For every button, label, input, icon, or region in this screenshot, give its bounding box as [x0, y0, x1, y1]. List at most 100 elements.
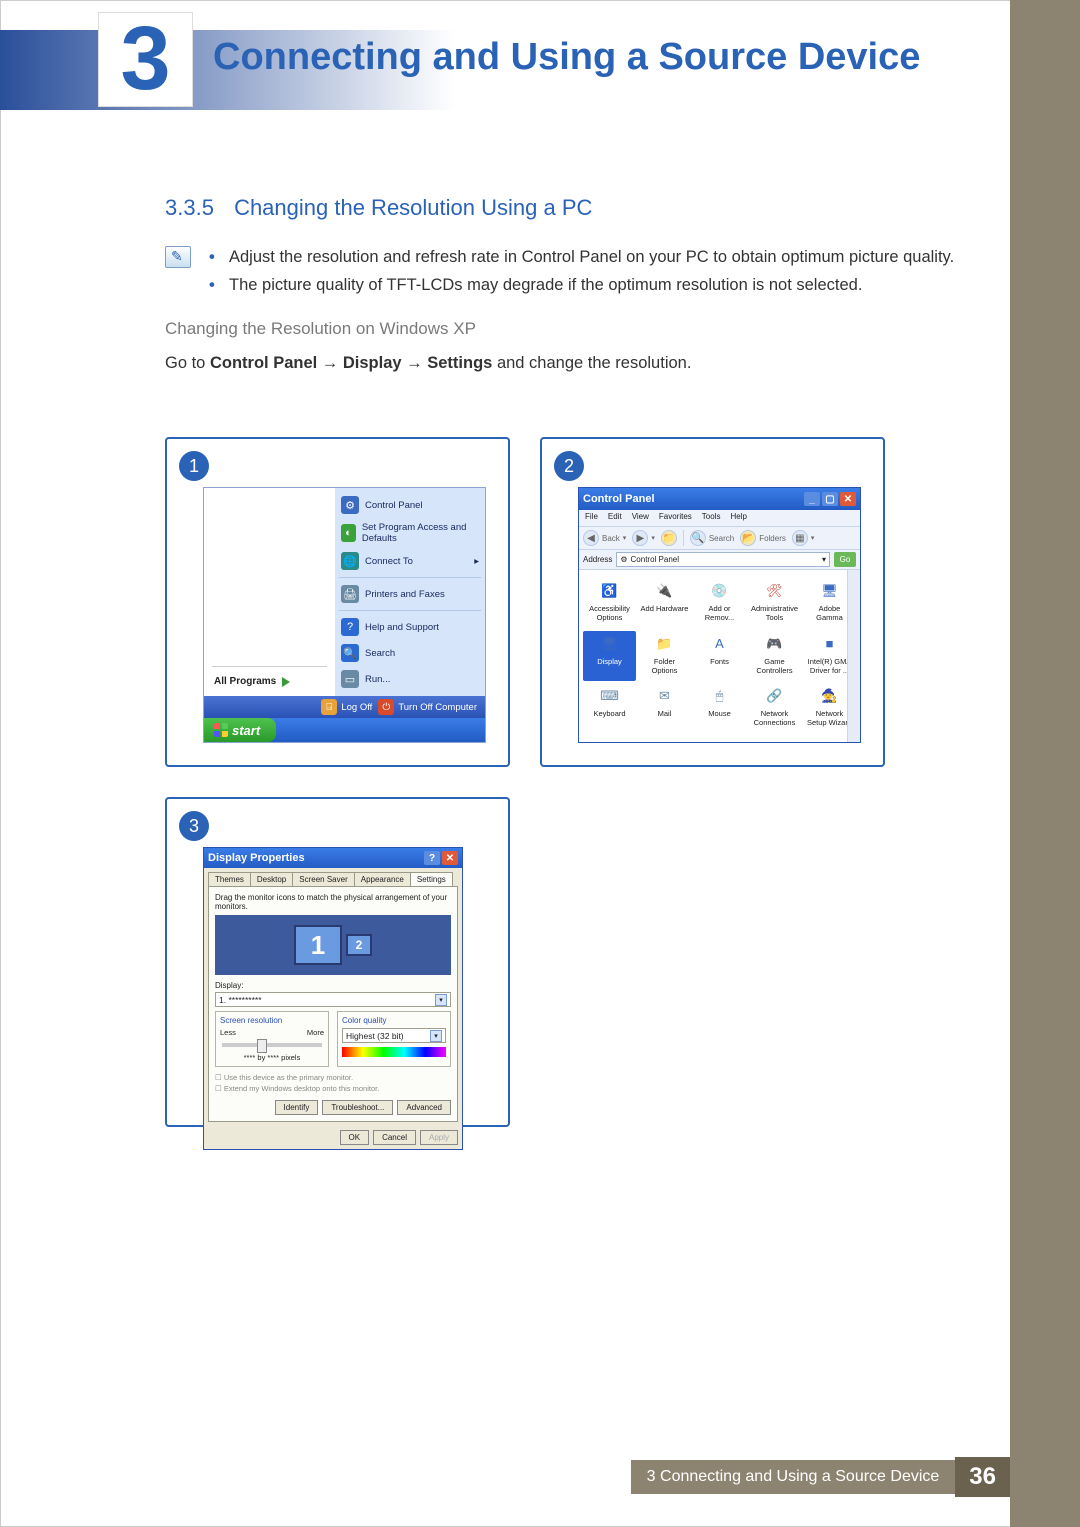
panel-hint: Drag the monitor icons to match the phys… — [215, 893, 451, 911]
close-button[interactable]: ✕ — [442, 851, 458, 865]
subsection-heading: Changing the Resolution on Windows XP — [165, 319, 985, 339]
cp-item-icon: ⌨ — [599, 685, 621, 707]
back-button[interactable]: ◀Back▾ — [583, 530, 626, 546]
cp-item-add-or-remov-[interactable]: 💿Add or Remov... — [693, 578, 746, 629]
start-button[interactable]: start — [204, 718, 276, 742]
control-panel-items: ♿Accessibility Options🔌Add Hardware💿Add … — [579, 570, 860, 742]
all-programs[interactable]: All Programs — [212, 671, 327, 692]
footer-chapter-label: 3 Connecting and Using a Source Device — [631, 1460, 956, 1494]
help-button[interactable]: ? — [424, 851, 440, 865]
start-menu-item[interactable]: ◐Set Program Access and Defaults — [339, 518, 481, 548]
menu-item-icon: 🖨 — [341, 585, 359, 603]
logoff-button[interactable]: ⍈ Log Off — [321, 699, 372, 715]
maximize-button[interactable]: ▢ — [822, 492, 838, 506]
cp-item-accessibility-options[interactable]: ♿Accessibility Options — [583, 578, 636, 629]
monitor-arrangement[interactable]: 1 2 — [215, 915, 451, 975]
display-label: Display: — [215, 981, 451, 990]
menu-item-icon: 🌐 — [341, 552, 359, 570]
search-button[interactable]: 🔍Search — [690, 530, 734, 546]
menu-help[interactable]: Help — [730, 512, 746, 524]
tab-settings[interactable]: Settings — [410, 872, 453, 886]
note-item: Adjust the resolution and refresh rate i… — [209, 243, 985, 271]
extend-desktop-checkbox[interactable]: ☐ Extend my Windows desktop onto this mo… — [215, 1083, 451, 1094]
views-button[interactable]: ▦▾ — [792, 530, 815, 546]
apply-button[interactable]: Apply — [420, 1130, 458, 1145]
chevron-right-icon — [282, 677, 290, 687]
menu-tools[interactable]: Tools — [702, 512, 721, 524]
primary-monitor-checkbox[interactable]: ☐ Use this device as the primary monitor… — [215, 1072, 451, 1083]
cp-item-adobe-gamma[interactable]: 🖥Adobe Gamma — [803, 578, 856, 629]
cp-item-keyboard[interactable]: ⌨Keyboard — [583, 683, 636, 734]
advanced-button[interactable]: Advanced — [397, 1100, 451, 1115]
cp-item-display[interactable]: 🖥Display — [583, 631, 636, 682]
start-menu-item[interactable]: 🖨Printers and Faxes — [339, 581, 481, 607]
cp-item-icon: ■ — [819, 633, 841, 655]
start-menu: All Programs ⚙Control Panel◐Set Program … — [203, 487, 486, 743]
resolution-slider[interactable] — [222, 1043, 322, 1047]
menu-file[interactable]: File — [585, 512, 598, 524]
tab-themes[interactable]: Themes — [208, 872, 251, 886]
identify-button[interactable]: Identify — [275, 1100, 319, 1115]
cp-item-intel-r-gma-driver-for-[interactable]: ■Intel(R) GMA Driver for ... — [803, 631, 856, 682]
start-menu-item[interactable]: ⚙Control Panel — [339, 492, 481, 518]
window-titlebar: Display Properties ? ✕ — [204, 848, 462, 868]
screenshot-2: 2 Control Panel _ ▢ ✕ FileEditViewFavori… — [540, 437, 885, 767]
troubleshoot-button[interactable]: Troubleshoot... — [322, 1100, 393, 1115]
start-menu-item[interactable]: 🌐Connect To▸ — [339, 548, 481, 574]
side-strip — [1010, 0, 1080, 1527]
dropdown-icon[interactable]: ▾ — [430, 1030, 442, 1042]
forward-button[interactable]: ▶▾ — [632, 530, 655, 546]
cp-item-mouse[interactable]: 🖱Mouse — [693, 683, 746, 734]
tab-desktop[interactable]: Desktop — [250, 872, 293, 886]
cp-item-network-setup-wizard[interactable]: 🧙Network Setup Wizard — [803, 683, 856, 734]
folders-icon: 📂 — [740, 530, 756, 546]
screenshot-number: 1 — [179, 451, 209, 481]
monitor-1[interactable]: 1 — [294, 925, 342, 965]
cp-item-folder-options[interactable]: 📁Folder Options — [638, 631, 691, 682]
ok-button[interactable]: OK — [340, 1130, 370, 1145]
cp-item-icon: A — [709, 633, 731, 655]
note-block: Adjust the resolution and refresh rate i… — [165, 243, 985, 299]
color-quality-group: Color quality Highest (32 bit) ▾ — [337, 1011, 451, 1067]
menu-item-icon: ? — [341, 618, 359, 636]
chapter-title: Connecting and Using a Source Device — [213, 36, 920, 79]
cp-item-add-hardware[interactable]: 🔌Add Hardware — [638, 578, 691, 629]
dropdown-icon[interactable]: ▾ — [822, 555, 826, 564]
screenshot-1: 1 All Programs ⚙Control Panel◐Set Progra… — [165, 437, 510, 767]
minimize-button[interactable]: _ — [804, 492, 820, 506]
close-button[interactable]: ✕ — [840, 492, 856, 506]
window-title: Display Properties — [208, 852, 305, 864]
address-label: Address — [583, 555, 612, 564]
color-quality-select[interactable]: Highest (32 bit) ▾ — [342, 1028, 446, 1043]
menu-view[interactable]: View — [632, 512, 649, 524]
cancel-button[interactable]: Cancel — [373, 1130, 416, 1145]
address-input[interactable]: ⚙ Control Panel ▾ — [616, 552, 830, 567]
folders-button[interactable]: 📂Folders — [740, 530, 786, 546]
dropdown-icon[interactable]: ▾ — [435, 994, 447, 1006]
start-menu-item[interactable]: ?Help and Support — [339, 614, 481, 640]
display-properties-window: Display Properties ? ✕ ThemesDesktopScre… — [203, 847, 463, 1150]
section-number: 3.3.5 — [165, 195, 214, 220]
cp-item-mail[interactable]: ✉Mail — [638, 683, 691, 734]
cp-item-game-controllers[interactable]: 🎮Game Controllers — [748, 631, 801, 682]
cp-item-network-connections[interactable]: 🔗Network Connections — [748, 683, 801, 734]
up-button[interactable]: 📁 — [661, 530, 677, 546]
cp-item-fonts[interactable]: AFonts — [693, 631, 746, 682]
section-heading: 3.3.5 Changing the Resolution Using a PC — [165, 195, 985, 221]
monitor-2[interactable]: 2 — [346, 934, 372, 956]
menu-item-icon: ◐ — [341, 524, 356, 542]
shutdown-icon: ⏻ — [378, 699, 394, 715]
tab-appearance[interactable]: Appearance — [354, 872, 411, 886]
cp-item-administrative-tools[interactable]: 🛠Administrative Tools — [748, 578, 801, 629]
menu-edit[interactable]: Edit — [608, 512, 622, 524]
chapter-number-box: 3 — [98, 12, 193, 107]
go-button[interactable]: Go — [834, 552, 856, 567]
menu-favorites[interactable]: Favorites — [659, 512, 692, 524]
screenshot-number: 2 — [554, 451, 584, 481]
display-select[interactable]: 1. ********** ▾ — [215, 992, 451, 1007]
logoff-icon: ⍈ — [321, 699, 337, 715]
shutdown-button[interactable]: ⏻ Turn Off Computer — [378, 699, 477, 715]
tab-screen-saver[interactable]: Screen Saver — [292, 872, 354, 886]
start-menu-item[interactable]: 🔍Search — [339, 640, 481, 666]
start-menu-item[interactable]: ▭Run... — [339, 666, 481, 692]
